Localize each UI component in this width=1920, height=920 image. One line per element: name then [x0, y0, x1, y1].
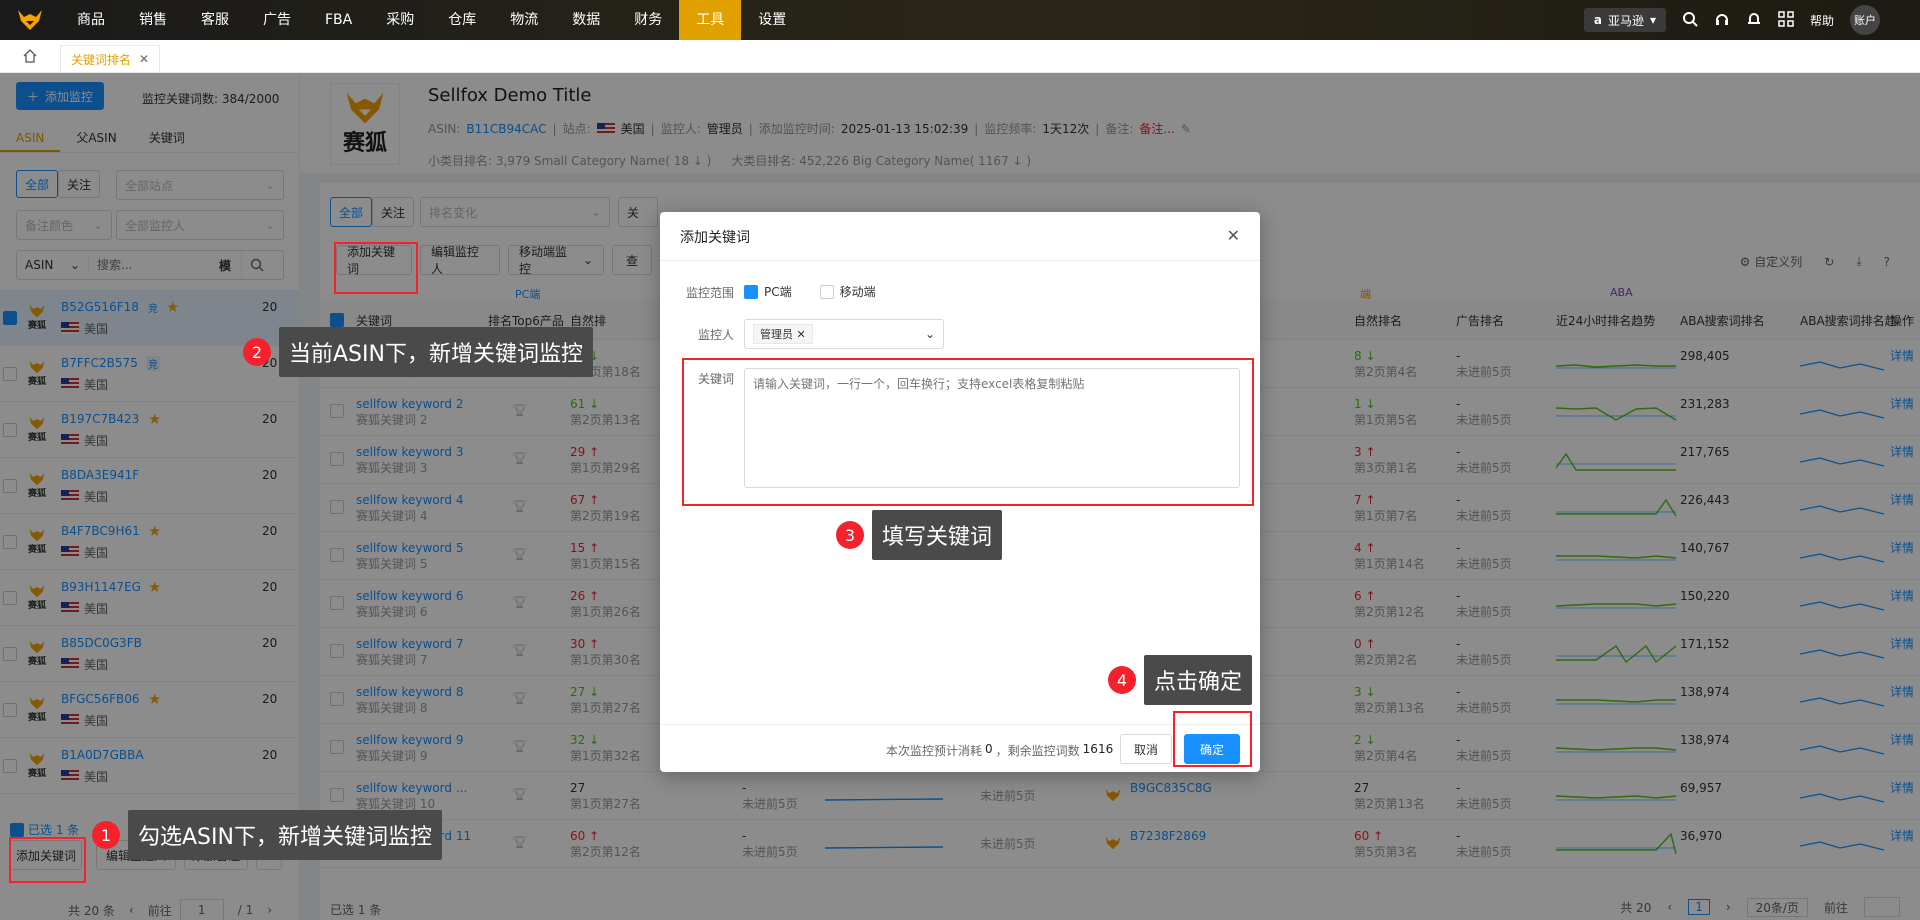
top-navigation: 商品 销售 客服 广告 FBA 采购 仓库 物流 数据 财务 工具 设置 a 亚马逊 ▾ 帮助 账户: [0, 0, 1920, 40]
apps-grid-icon[interactable]: [1778, 10, 1794, 30]
step-text: 勾选ASIN下，新增关键词监控: [128, 810, 442, 860]
step-text: 点击确定: [1144, 655, 1253, 705]
nav-item[interactable]: 财务: [617, 0, 679, 40]
chevron-down-icon: ⌄: [924, 327, 935, 341]
account-avatar[interactable]: 账户: [1850, 5, 1880, 35]
close-icon[interactable]: ✕: [1227, 226, 1240, 245]
nav-item[interactable]: 广告: [246, 0, 308, 40]
mobile-label: 移动端: [839, 285, 876, 299]
tab-bar: 关键词排名 ✕: [0, 40, 1920, 73]
nav-right: a 亚马逊 ▾ 帮助 账户: [1583, 0, 1920, 40]
headset-icon[interactable]: [1714, 11, 1730, 30]
nav-item[interactable]: 设置: [741, 0, 803, 40]
cancel-button[interactable]: 取消: [1120, 734, 1172, 764]
highlight-add-keyword: [334, 242, 418, 294]
sellfox-logo-icon[interactable]: [0, 0, 60, 40]
remain-value: 1616: [1082, 742, 1114, 756]
nav-item[interactable]: 物流: [493, 0, 555, 40]
chevron-down-icon: ▾: [1649, 13, 1656, 27]
nav-item[interactable]: 工具: [679, 0, 742, 40]
callout-4: 4 点击确定: [1108, 655, 1253, 705]
bell-icon[interactable]: [1746, 11, 1762, 30]
step-number: 3: [836, 521, 864, 549]
step-number: 4: [1108, 666, 1136, 694]
nav-menu: 商品 销售 客服 广告 FBA 采购 仓库 物流 数据 财务 工具 设置: [60, 0, 803, 40]
mobile-checkbox[interactable]: [819, 284, 834, 299]
highlight-bulk-add: [9, 837, 86, 883]
remain-prefix: ，剩余监控词数: [995, 744, 1080, 758]
nav-item[interactable]: 采购: [369, 0, 431, 40]
nav-item[interactable]: 仓库: [431, 0, 493, 40]
close-icon[interactable]: ✕: [139, 52, 149, 66]
region-label: 亚马逊: [1607, 13, 1644, 28]
monitor-tag-label: 管理员: [760, 328, 793, 341]
monitor-select[interactable]: 管理员 ✕ ⌄: [744, 319, 944, 349]
nav-item[interactable]: 数据: [555, 0, 617, 40]
nav-item[interactable]: 销售: [122, 0, 184, 40]
help-link[interactable]: 帮助: [1810, 12, 1834, 29]
region-selector[interactable]: a 亚马逊 ▾: [1583, 8, 1666, 32]
monitor-tag: 管理员 ✕: [753, 324, 813, 344]
cost-info: 本次监控预计消耗 0 ，剩余监控词数 1616: [886, 742, 1113, 759]
highlight-keyword-input: [682, 358, 1254, 506]
amazon-icon: a: [1593, 13, 1602, 27]
nav-item[interactable]: 客服: [184, 0, 246, 40]
modal-title: 添加关键词: [680, 230, 750, 246]
scope-label: 监控范围: [686, 286, 735, 300]
monitor-label: 监控人: [698, 328, 735, 342]
step-number: 1: [92, 821, 120, 849]
cost-prefix: 本次监控预计消耗: [886, 744, 983, 758]
callout-3: 3 填写关键词: [836, 510, 1003, 560]
nav-item[interactable]: FBA: [308, 0, 369, 40]
tab-keyword-ranking[interactable]: 关键词排名 ✕: [60, 45, 161, 72]
pc-label: PC端: [764, 285, 792, 299]
tab-label: 关键词排名: [71, 52, 132, 67]
tag-close-icon[interactable]: ✕: [797, 328, 806, 341]
highlight-confirm: [1173, 711, 1252, 767]
step-text: 填写关键词: [872, 510, 1003, 560]
callout-2: 2 当前ASIN下，新增关键词监控: [243, 327, 593, 377]
home-icon[interactable]: [0, 39, 60, 72]
nav-item[interactable]: 商品: [60, 0, 122, 40]
step-number: 2: [243, 338, 271, 366]
pc-checkbox[interactable]: [744, 284, 758, 299]
callout-1: 1 勾选ASIN下，新增关键词监控: [92, 810, 442, 860]
search-icon[interactable]: [1682, 11, 1698, 30]
step-text: 当前ASIN下，新增关键词监控: [279, 327, 593, 377]
cost-value: 0: [985, 742, 993, 756]
